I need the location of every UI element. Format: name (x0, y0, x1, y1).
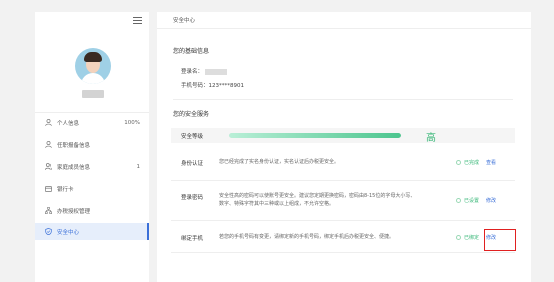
user-icon (45, 141, 52, 148)
row-status-text: 已设置 (464, 198, 480, 204)
login-name-label: 登录名： (181, 69, 204, 75)
status-check-icon (456, 198, 461, 203)
security-row-phone: 绑定手机 若您的手机号码有变更，请绑定新的手机号码，绑定手机后办税更安全、便捷。… (171, 221, 515, 253)
username-masked (82, 90, 104, 98)
security-level-fill (229, 133, 401, 138)
security-level-row: 安全等级 高 (171, 128, 515, 144)
sidebar-item-label: 安全中心 (57, 229, 80, 236)
sidebar-item-count: 1 (136, 163, 141, 170)
sidebar-item-security-center[interactable]: 安全中心 (35, 223, 149, 240)
sidebar-item-label: 家庭成员信息 (57, 164, 91, 171)
sidebar-item-label: 银行卡 (57, 186, 74, 193)
row-status: 已绑定 (456, 234, 479, 241)
main-panel: 安全中心 您的基础信息 登录名： 手机号码：123****8901 您的安全服务… (157, 12, 531, 282)
row-desc: 您已经完成了实名身份认证，实名认证后办税更安全。 (219, 159, 340, 165)
sidebar-item-label: 办税授权管理 (57, 208, 91, 215)
status-check-icon (456, 160, 461, 165)
status-check-icon (456, 235, 461, 240)
login-name-line: 登录名： (181, 67, 228, 75)
row-status: 已设置 (456, 197, 479, 204)
sidebar-divider (35, 112, 149, 113)
card-icon (45, 185, 52, 192)
menu-toggle-icon[interactable] (133, 17, 142, 24)
login-name-masked (205, 68, 228, 75)
user-icon (45, 119, 52, 126)
sidebar-item-bank-card[interactable]: 银行卡 (35, 180, 149, 197)
view-link[interactable]: 查看 (486, 159, 496, 166)
breadcrumb: 安全中心 (157, 12, 531, 29)
sidebar: 个人信息 100% 任职报备信息 家庭成员信息 1 银行卡 办税授权管理 安全中… (35, 12, 149, 282)
security-level-label: 安全等级 (181, 133, 204, 140)
modify-password-link[interactable]: 修改 (486, 197, 496, 204)
row-status-text: 已完成 (464, 160, 480, 166)
phone-line: 手机号码：123****8901 (181, 83, 244, 89)
sidebar-item-tax-authorization[interactable]: 办税授权管理 (35, 202, 149, 219)
shield-icon (45, 228, 52, 235)
org-icon (45, 207, 52, 214)
security-row-identity: 身份认证 您已经完成了实名身份认证，实名认证后办税更安全。 已完成 查看 (171, 149, 515, 181)
section-divider (173, 99, 513, 100)
row-name: 登录密码 (181, 195, 204, 201)
basic-info-title: 您的基础信息 (173, 48, 210, 55)
sidebar-item-family-members[interactable]: 家庭成员信息 1 (35, 158, 149, 175)
sidebar-item-label: 任职报备信息 (57, 142, 91, 149)
security-level-bar (229, 133, 401, 138)
security-row-password: 登录密码 安全性高的密码可以使账号更安全。建议您定期更换密码，密码由8-15位的… (171, 181, 515, 221)
row-name: 绑定手机 (181, 236, 204, 242)
row-desc: 若您的手机号码有变更，请绑定新的手机号码，绑定手机后办税更安全、便捷。 (219, 234, 395, 240)
row-name: 身份认证 (181, 161, 204, 167)
users-icon (45, 163, 52, 170)
highlight-box (484, 229, 516, 251)
sidebar-item-personal-info[interactable]: 个人信息 100% (35, 114, 149, 131)
avatar (75, 48, 111, 84)
sidebar-item-count: 100% (124, 119, 140, 126)
row-desc: 安全性高的密码可以使账号更安全。建议您定期更换密码，密码由8-15位的字母大小写… (219, 193, 416, 207)
row-status: 已完成 (456, 159, 479, 166)
sidebar-item-employment-info[interactable]: 任职报备信息 (35, 136, 149, 153)
security-level-value: 高 (426, 133, 436, 144)
breadcrumb-current: 安全中心 (173, 18, 196, 24)
row-status-text: 已绑定 (464, 235, 480, 241)
sidebar-item-label: 个人信息 (57, 120, 80, 127)
security-services-title: 您的安全服务 (173, 111, 210, 118)
